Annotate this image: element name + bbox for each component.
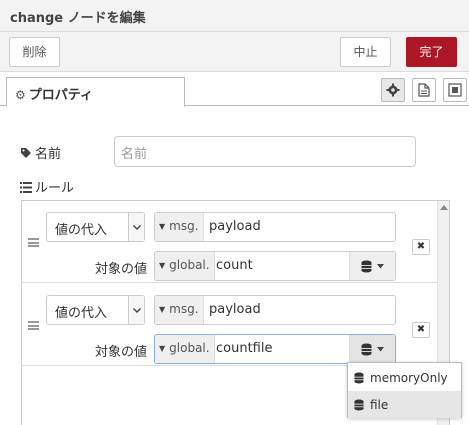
context-store-button[interactable] <box>349 335 395 363</box>
property-type-selector[interactable]: ▼ msg. <box>155 213 204 241</box>
to-value-typed-input[interactable]: ▼ global. count <box>154 251 396 281</box>
delete-button[interactable]: 削除 <box>9 37 60 67</box>
store-option-memoryonly[interactable]: memoryOnly <box>348 364 461 391</box>
caret-down-icon: ▼ <box>159 305 166 314</box>
caret-down-icon: ▼ <box>159 222 166 231</box>
to-value[interactable]: count <box>216 258 253 273</box>
remove-rule-button[interactable]: ✖ <box>412 322 430 338</box>
property-typed-input[interactable]: ▼ msg. payload <box>154 295 396 325</box>
drag-handle-icon[interactable] <box>28 321 39 330</box>
tabs-bar: ⚙ プロパティ <box>0 72 469 107</box>
node-settings-tab-button[interactable] <box>381 78 405 102</box>
list-icon <box>20 182 32 193</box>
database-icon <box>361 343 372 355</box>
rule-row: 値の代入 ▼msg. payload 対象の値 ▼global. count <box>22 201 438 283</box>
chevron-down-icon <box>128 296 144 324</box>
property-type-selector[interactable]: ▼ msg. <box>155 296 204 324</box>
context-store-button[interactable] <box>349 252 395 280</box>
property-typed-input[interactable]: ▼ msg. payload <box>154 212 396 242</box>
rule-action-select[interactable]: 値の代入 <box>46 295 145 325</box>
done-button[interactable]: 完了 <box>406 37 457 67</box>
caret-down-icon <box>377 263 384 268</box>
property-value[interactable]: payload <box>209 302 261 317</box>
remove-rule-button[interactable]: ✖ <box>412 239 430 255</box>
rule-action-select[interactable]: 値の代入 <box>46 212 145 242</box>
layout-icon <box>448 83 462 97</box>
tab-properties[interactable]: ⚙ プロパティ <box>6 77 185 107</box>
database-icon <box>354 372 364 383</box>
name-input[interactable]: 名前 <box>114 136 416 167</box>
drag-handle-icon[interactable] <box>28 238 39 247</box>
tray-header: change ノードを編集 <box>0 0 469 32</box>
rule-row: 値の代入 ▼ msg. payload 対象の値 ▼ global. countfi… <box>22 284 438 366</box>
chevron-down-icon <box>128 213 144 241</box>
gear-icon <box>386 83 400 97</box>
database-icon <box>361 260 372 272</box>
to-value-typed-input[interactable]: ▼ global. countfile <box>154 334 396 364</box>
database-icon <box>354 399 364 410</box>
to-value-label: 対象の値 <box>95 345 148 360</box>
description-tab-button[interactable] <box>412 78 436 102</box>
name-row: 名前 名前 <box>20 136 440 168</box>
tag-icon <box>21 148 31 158</box>
tray-title: change ノードを編集 <box>10 11 146 26</box>
close-icon: ✖ <box>416 324 426 335</box>
rule-action-value: 値の代入 <box>55 306 108 321</box>
rules-label: ルール <box>20 177 74 196</box>
tray-toolbar: 削除 中止 完了 <box>0 32 469 72</box>
store-option-file[interactable]: file <box>348 391 461 418</box>
context-store-dropdown: memoryOnly file <box>347 362 462 418</box>
store-option-label: file <box>370 397 389 412</box>
store-option-label: memoryOnly <box>370 370 448 385</box>
name-label: 名前 <box>20 143 61 162</box>
caret-down-icon <box>377 346 384 351</box>
to-value-label: 対象の値 <box>95 262 148 277</box>
tab-properties-label: プロパティ <box>28 88 93 103</box>
caret-down-icon: ▼ <box>159 261 166 270</box>
close-icon: ✖ <box>416 241 426 252</box>
to-type-selector[interactable]: ▼ global. <box>155 335 215 363</box>
cancel-button[interactable]: 中止 <box>340 37 391 67</box>
document-icon <box>418 83 430 97</box>
rule-action-value: 値の代入 <box>55 223 108 238</box>
property-value[interactable]: payload <box>209 219 261 234</box>
caret-down-icon: ▼ <box>159 344 166 353</box>
to-type-selector[interactable]: ▼ global. <box>155 252 215 280</box>
appearance-tab-button[interactable] <box>443 78 467 102</box>
gear-icon: ⚙ <box>15 88 26 102</box>
to-value[interactable]: countfile <box>216 341 272 356</box>
scroll-up-icon[interactable] <box>440 205 448 210</box>
